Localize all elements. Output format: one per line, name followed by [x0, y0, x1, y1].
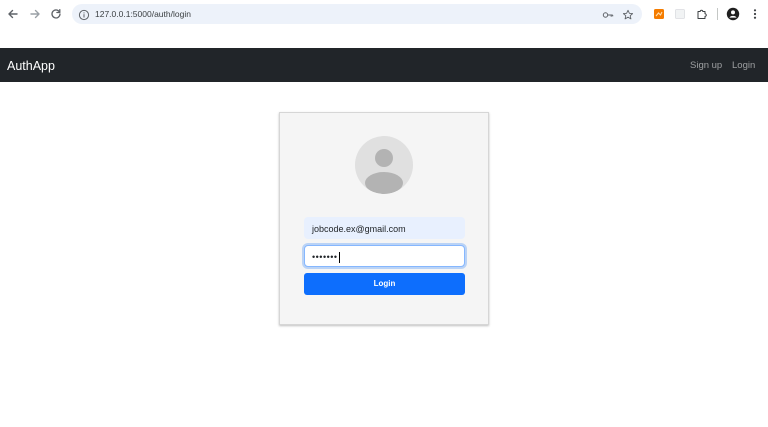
app-navbar: AuthApp Sign up Login — [0, 48, 768, 82]
extensions-puzzle-icon[interactable] — [695, 7, 709, 21]
password-field[interactable]: ••••••• — [304, 245, 465, 267]
profile-avatar-icon[interactable] — [726, 7, 740, 21]
reload-icon[interactable] — [47, 5, 65, 23]
password-key-icon[interactable] — [602, 8, 614, 20]
url-text: 127.0.0.1:5000/auth/login — [95, 9, 191, 19]
browser-toolbar: 127.0.0.1:5000/auth/login — [0, 0, 768, 48]
bookmark-star-icon[interactable] — [622, 8, 634, 20]
password-value: ••••••• — [312, 252, 338, 262]
email-field[interactable]: jobcode.ex@gmail.com — [304, 217, 465, 239]
login-button[interactable]: Login — [304, 273, 465, 295]
email-value: jobcode.ex@gmail.com — [312, 224, 406, 234]
extension-orange-icon[interactable] — [652, 7, 666, 21]
site-info-icon[interactable] — [78, 8, 90, 21]
menu-kebab-icon[interactable] — [748, 7, 762, 21]
address-bar[interactable]: 127.0.0.1:5000/auth/login — [72, 4, 642, 24]
back-arrow-icon[interactable] — [4, 5, 22, 23]
toolbar-divider — [717, 8, 718, 20]
text-caret — [338, 252, 340, 264]
user-avatar-icon — [355, 136, 413, 194]
brand-link[interactable]: AuthApp — [7, 48, 55, 82]
extension-blank-icon[interactable] — [673, 7, 687, 21]
nav-link-login[interactable]: Login — [732, 48, 755, 82]
forward-arrow-icon[interactable] — [26, 5, 44, 23]
login-card: jobcode.ex@gmail.com ••••••• Login — [279, 112, 489, 325]
nav-link-signup[interactable]: Sign up — [690, 48, 722, 82]
